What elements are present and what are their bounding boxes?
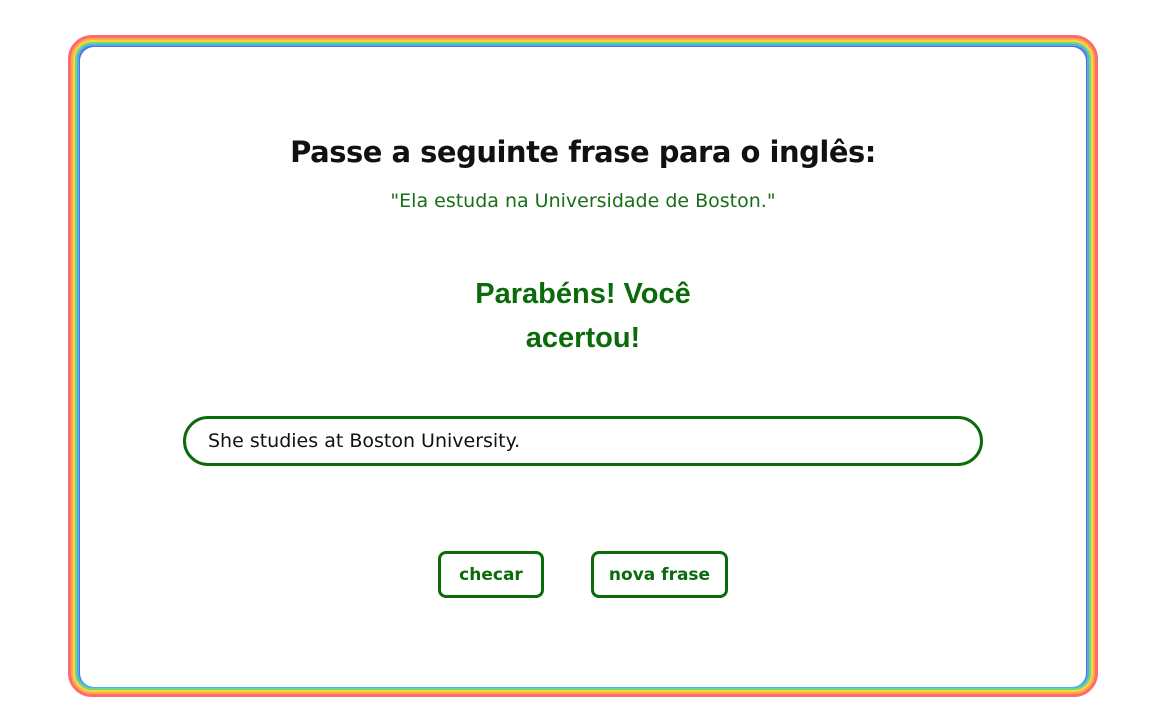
new-phrase-button[interactable]: nova frase xyxy=(591,551,728,598)
success-message: Parabéns! Você acertou! xyxy=(475,278,691,354)
source-phrase: "Ela estuda na Universidade de Boston." xyxy=(390,190,776,212)
answer-input[interactable] xyxy=(183,416,983,466)
check-button[interactable]: checar xyxy=(438,551,544,598)
prompt-title: Passe a seguinte frase para o inglês: xyxy=(290,135,876,169)
